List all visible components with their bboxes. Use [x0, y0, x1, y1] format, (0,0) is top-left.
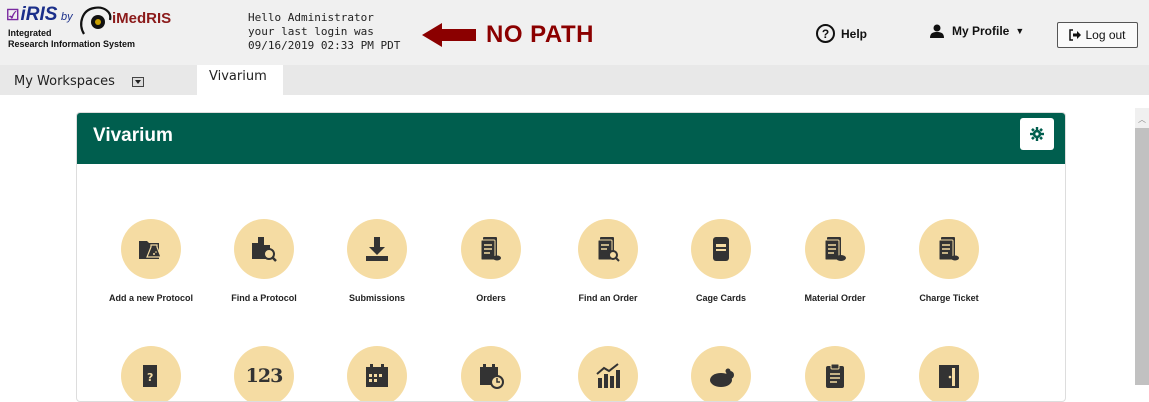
tile-orders[interactable]: Orders — [431, 219, 551, 303]
workspace-tab-bar: My Workspaces — [0, 65, 1149, 95]
door-icon — [919, 346, 979, 401]
scrollbar-thumb[interactable] — [1135, 128, 1149, 385]
iris-logo[interactable]: ☑iRIS by iMedRIS Integrated Research Inf… — [6, 4, 206, 62]
cage-card-icon — [691, 219, 751, 279]
profile-label: My Profile — [952, 24, 1010, 38]
vivarium-panel: Vivarium Add a new Protocol Find a Proto… — [76, 112, 1066, 402]
tile-label: Charge Ticket — [919, 293, 979, 303]
panel-header: Vivarium — [77, 113, 1065, 164]
tile-cage-cards[interactable]: Cage Cards — [661, 219, 781, 303]
charge-ticket-icon — [919, 219, 979, 279]
tab-vivarium-label: Vivarium — [209, 69, 267, 84]
help-label: Help — [841, 26, 868, 41]
tile-add-new-protocol[interactable]: Add a new Protocol — [91, 219, 211, 303]
door-question-icon: ? — [121, 346, 181, 401]
tile-label: Find an Order — [578, 293, 638, 303]
tile-row2-5[interactable] — [548, 346, 668, 401]
no-path-annotation: NO PATH — [422, 19, 594, 51]
tile-label: Material Order — [804, 293, 866, 303]
tile-label: Orders — [476, 293, 506, 303]
help-link[interactable]: ? Help — [816, 24, 867, 43]
numbers-icon: 123 — [234, 346, 294, 401]
svg-text:?: ? — [147, 371, 153, 384]
tile-row2-2[interactable]: 123 — [204, 346, 324, 401]
user-icon — [930, 24, 944, 38]
greeting-line-1: Hello Administrator — [248, 11, 374, 24]
logo-subtitle-2: Research Information System — [8, 39, 136, 49]
tile-submissions[interactable]: Submissions — [317, 219, 437, 303]
login-greeting: Hello Administrator your last login was … — [248, 11, 400, 53]
page-scrollbar[interactable]: ︿ — [1135, 108, 1149, 385]
left-arrow-icon — [422, 23, 476, 47]
tile-row2-7[interactable] — [775, 346, 895, 401]
tile-label: Cage Cards — [695, 293, 747, 303]
logout-button[interactable]: Log out — [1057, 22, 1138, 48]
logo-by: by — [61, 11, 73, 23]
no-path-text: NO PATH — [486, 21, 594, 48]
find-protocol-icon — [234, 219, 294, 279]
tile-row2-8[interactable] — [889, 346, 1009, 401]
greeting-line-3: 09/16/2019 02:33 PM PDT — [248, 39, 401, 52]
numbers-text: 123 — [245, 365, 284, 387]
calendar-clock-icon — [461, 346, 521, 401]
tile-find-an-order[interactable]: Find an Order — [548, 219, 668, 303]
imedris-logo-text: iMedRIS — [112, 10, 172, 27]
tile-find-a-protocol[interactable]: Find a Protocol — [204, 219, 324, 303]
download-icon — [347, 219, 407, 279]
clipboard-checklist-icon — [805, 346, 865, 401]
iris-logo-text: ☑iRIS — [6, 4, 57, 26]
my-profile-menu[interactable]: My Profile ▼ — [930, 24, 1024, 38]
panel-settings-button[interactable] — [1020, 118, 1054, 150]
tile-charge-ticket[interactable]: Charge Ticket — [889, 219, 1009, 303]
tile-label: Find a Protocol — [231, 293, 297, 303]
tile-row2-4[interactable] — [431, 346, 551, 401]
my-workspaces-dropdown[interactable]: My Workspaces — [14, 74, 144, 89]
tile-row2-6[interactable] — [661, 346, 781, 401]
panel-title: Vivarium — [93, 125, 173, 146]
tile-row2-3[interactable] — [317, 346, 437, 401]
find-order-icon — [578, 219, 638, 279]
calendar-icon — [347, 346, 407, 401]
my-workspaces-label: My Workspaces — [14, 74, 115, 89]
dropdown-arrow-icon[interactable] — [131, 76, 144, 87]
sign-out-icon — [1069, 29, 1082, 41]
iris-check-icon: ☑ — [6, 7, 20, 24]
tab-vivarium[interactable]: Vivarium — [197, 65, 283, 95]
material-order-icon — [805, 219, 865, 279]
tile-material-order[interactable]: Material Order — [775, 219, 895, 303]
logout-label: Log out — [1085, 28, 1126, 42]
app-header: ☑iRIS by iMedRIS Integrated Research Inf… — [0, 0, 1149, 65]
caret-down-icon: ▼ — [1015, 26, 1025, 36]
question-circle-icon: ? — [816, 24, 835, 43]
iris-word: iRIS — [20, 4, 58, 25]
orders-document-icon — [461, 219, 521, 279]
logo-subtitle-1: Integrated — [8, 28, 52, 38]
tile-row2-1[interactable]: ? — [91, 346, 211, 401]
imedris-swirl-icon — [80, 6, 112, 35]
greeting-line-2: your last login was — [248, 25, 374, 38]
scroll-up-icon[interactable]: ︿ — [1138, 114, 1146, 125]
chart-growth-icon — [578, 346, 638, 401]
tile-label: Submissions — [348, 293, 405, 303]
protocol-flask-icon — [121, 219, 181, 279]
tile-label: Add a new Protocol — [108, 293, 193, 303]
rodent-icon — [691, 346, 751, 401]
gear-icon — [1030, 127, 1044, 141]
